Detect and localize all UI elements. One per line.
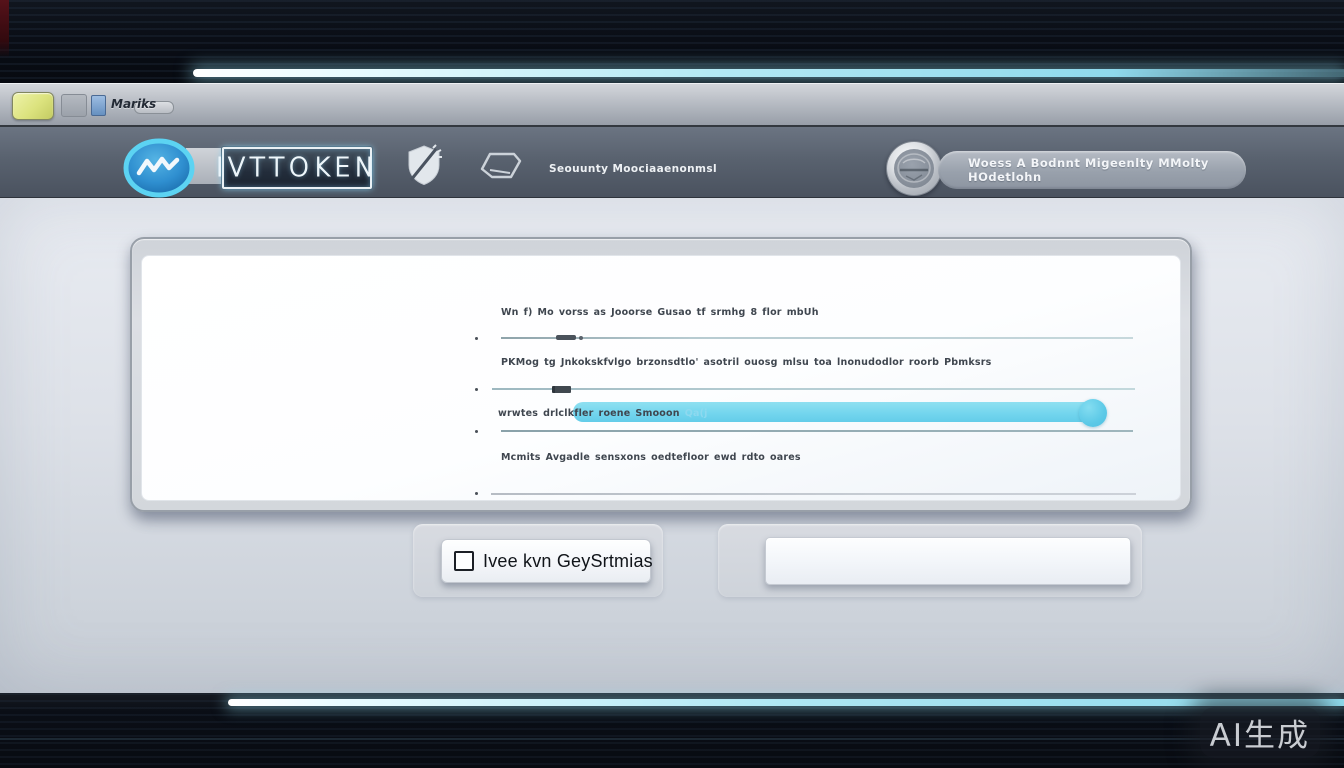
main-content: Wn f) Mo vorss as Jooorse Gusao tf srmhg… — [0, 198, 1344, 693]
setting-label-suffix: Qa(j — [685, 408, 708, 419]
slider-handle[interactable] — [552, 386, 571, 393]
user-info-text: Woess A Bodnnt Migeenlty MMolty HOdetloh… — [968, 156, 1246, 184]
slider-handle[interactable] — [556, 335, 576, 340]
status-label: Seouunty Moociaaenonmsl — [549, 163, 717, 175]
secondary-button[interactable] — [765, 537, 1131, 585]
slider-track[interactable] — [492, 385, 1135, 393]
setting-label: Mcmits Avgadle sensxons oedtefloor ewd r… — [501, 452, 801, 463]
slider-thumb[interactable] — [1079, 399, 1107, 427]
chat-icon[interactable] — [474, 149, 524, 183]
brand-logo-text: IVTTOKEN — [216, 153, 378, 183]
ai-generated-watermark: AI生成 — [1200, 707, 1320, 758]
bullet-dot — [475, 337, 478, 340]
bullet-dot — [475, 430, 478, 433]
red-edge-accent — [0, 0, 9, 58]
brand-logo-box[interactable]: IVTTOKEN — [222, 147, 372, 189]
brand-logo-icon — [122, 137, 196, 199]
bottom-decorative-band: AI生成 — [0, 693, 1344, 768]
bullet-dot — [475, 388, 478, 391]
setting-label-text: wrwtes drlclkfler roene Smooon — [498, 408, 685, 419]
checkbox-action-panel: Ivee kvn GeySrtmias — [413, 524, 663, 597]
user-info-pill[interactable]: Woess A Bodnnt Migeenlty MMolty HOdetloh… — [938, 151, 1246, 189]
header-bar: IVTTOKEN Seouunty Moociaaenonmsl Woess — [0, 127, 1344, 198]
setting-label: PKMog tg Jnkokskfvlgo brzonsdtlo' asotri… — [501, 357, 992, 368]
bottom-faint-line — [0, 738, 1344, 740]
setting-label: wrwtes drlclkfler roene Smooon Qa(j — [498, 408, 708, 419]
shield-icon[interactable] — [405, 144, 443, 186]
page: Mariks IVTTOKEN Seouu — [0, 0, 1344, 768]
slider-dot — [579, 336, 583, 340]
user-avatar[interactable] — [886, 141, 942, 196]
bullet-dot — [475, 492, 478, 495]
document-icon[interactable] — [91, 95, 106, 116]
taskbar-yellow-button[interactable] — [12, 92, 54, 120]
top-glow-line — [193, 69, 1344, 77]
checkbox-button-label: Ivee kvn GeySrtmias — [483, 551, 653, 572]
taskbar-app-label: Mariks — [111, 97, 156, 111]
checkbox-button[interactable]: Ivee kvn GeySrtmias — [441, 539, 651, 583]
avatar-emblem — [894, 149, 934, 188]
slider-track[interactable] — [491, 493, 1136, 495]
taskbar: Mariks — [0, 83, 1344, 127]
taskbar-gray-button[interactable] — [61, 94, 87, 117]
bottom-glow-line — [228, 699, 1344, 706]
setting-label: Wn f) Mo vorss as Jooorse Gusao tf srmhg… — [501, 307, 819, 318]
card-surface: Wn f) Mo vorss as Jooorse Gusao tf srmhg… — [141, 255, 1181, 501]
slider-track[interactable] — [501, 335, 1133, 342]
top-decorative-band — [0, 0, 1344, 83]
slider-track-line — [492, 388, 1135, 390]
secondary-action-panel — [718, 524, 1142, 597]
slider-track-line — [501, 337, 1133, 339]
checkbox[interactable] — [454, 551, 474, 571]
settings-card: Wn f) Mo vorss as Jooorse Gusao tf srmhg… — [130, 237, 1192, 512]
slider-underline — [501, 430, 1133, 432]
